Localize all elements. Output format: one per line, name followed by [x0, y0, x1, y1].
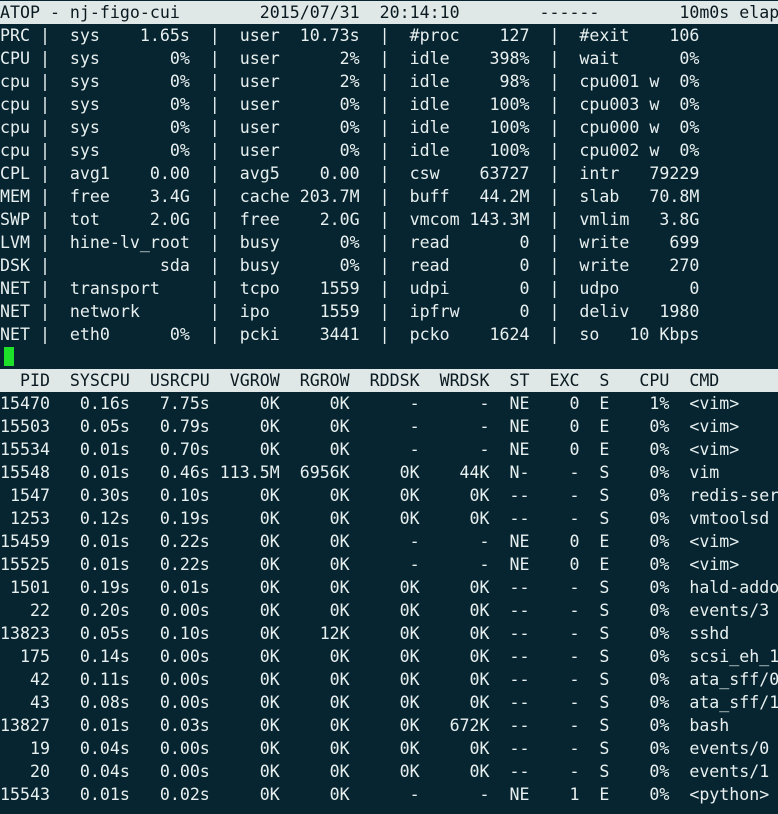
- system-line: CPL | avg1 0.00 | avg5 0.00 | csw 63727 …: [0, 164, 700, 183]
- system-line: DSK | sda | busy 0% | read 0 | write 270: [0, 256, 700, 275]
- process-row[interactable]: 15459 0.01s 0.22s 0K 0K - - NE 0 E 0% <v…: [0, 530, 778, 553]
- system-line: cpu | sys 0% | user 0% | idle 100% | cpu…: [0, 95, 700, 114]
- system-line: SWP | tot 2.0G | free 2.0G | vmcom 143.3…: [0, 210, 700, 229]
- system-line: LVM | hine-lv_root | busy 0% | read 0 | …: [0, 233, 700, 252]
- system-line: cpu | sys 0% | user 0% | idle 100% | cpu…: [0, 118, 700, 137]
- process-row[interactable]: 13823 0.05s 0.10s 0K 12K 0K 0K -- - S 0%…: [0, 622, 778, 645]
- terminal-cursor: [4, 347, 14, 366]
- title-bar: ATOP - nj-figo-cui 2015/07/31 20:14:10 -…: [0, 1, 778, 24]
- process-row[interactable]: 15534 0.01s 0.70s 0K 0K - - NE 0 E 0% <v…: [0, 438, 778, 461]
- system-line: cpu | sys 0% | user 2% | idle 98% | cpu0…: [0, 72, 700, 91]
- system-line: NET | network | ipo 1559 | ipfrw 0 | del…: [0, 302, 700, 321]
- process-column-header: PID SYSCPU USRCPU VGROW RGROW RDDSK WRDS…: [0, 369, 778, 392]
- process-row[interactable]: 15548 0.01s 0.46s 113.5M 6956K 0K 44K N-…: [0, 461, 778, 484]
- system-line: NET | transport | tcpo 1559 | udpi 0 | u…: [0, 279, 700, 298]
- system-line: cpu | sys 0% | user 0% | idle 100% | cpu…: [0, 141, 700, 160]
- process-row[interactable]: 19 0.04s 0.00s 0K 0K 0K 0K -- - S 0% eve…: [0, 737, 778, 760]
- process-row[interactable]: 43 0.08s 0.00s 0K 0K 0K 0K -- - S 0% ata…: [0, 691, 778, 714]
- process-row[interactable]: 1253 0.12s 0.19s 0K 0K 0K 0K -- - S 0% v…: [0, 507, 778, 530]
- process-row[interactable]: 1547 0.30s 0.10s 0K 0K 0K 0K -- - S 0% r…: [0, 484, 778, 507]
- process-row[interactable]: 1501 0.19s 0.01s 0K 0K 0K 0K -- - S 0% h…: [0, 576, 778, 599]
- system-line: MEM | free 3.4G | cache 203.7M | buff 44…: [0, 187, 700, 206]
- process-row[interactable]: 42 0.11s 0.00s 0K 0K 0K 0K -- - S 0% ata…: [0, 668, 778, 691]
- process-row[interactable]: 15525 0.01s 0.22s 0K 0K - - NE 0 E 0% <v…: [0, 553, 778, 576]
- process-row[interactable]: 13827 0.01s 0.03s 0K 0K 0K 672K -- - S 0…: [0, 714, 778, 737]
- system-line: CPU | sys 0% | user 2% | idle 398% | wai…: [0, 49, 700, 68]
- process-row[interactable]: 15503 0.05s 0.79s 0K 0K - - NE 0 E 0% <v…: [0, 415, 778, 438]
- process-row[interactable]: 22 0.20s 0.00s 0K 0K 0K 0K -- - S 0% eve…: [0, 599, 778, 622]
- process-row[interactable]: 15470 0.16s 7.75s 0K 0K - - NE 0 E 1% <v…: [0, 392, 778, 415]
- atop-terminal[interactable]: ATOP - nj-figo-cui 2015/07/31 20:14:10 -…: [0, 0, 778, 814]
- process-row[interactable]: 15543 0.01s 0.02s 0K 0K - - NE 1 E 0% <p…: [0, 783, 778, 806]
- process-row[interactable]: 175 0.14s 0.00s 0K 0K 0K 0K -- - S 0% sc…: [0, 645, 778, 668]
- system-line: NET | eth0 0% | pcki 3441 | pcko 1624 | …: [0, 325, 700, 344]
- process-row[interactable]: 20 0.04s 0.00s 0K 0K 0K 0K -- - S 0% eve…: [0, 760, 778, 783]
- system-line: PRC | sys 1.65s | user 10.73s | #proc 12…: [0, 26, 700, 45]
